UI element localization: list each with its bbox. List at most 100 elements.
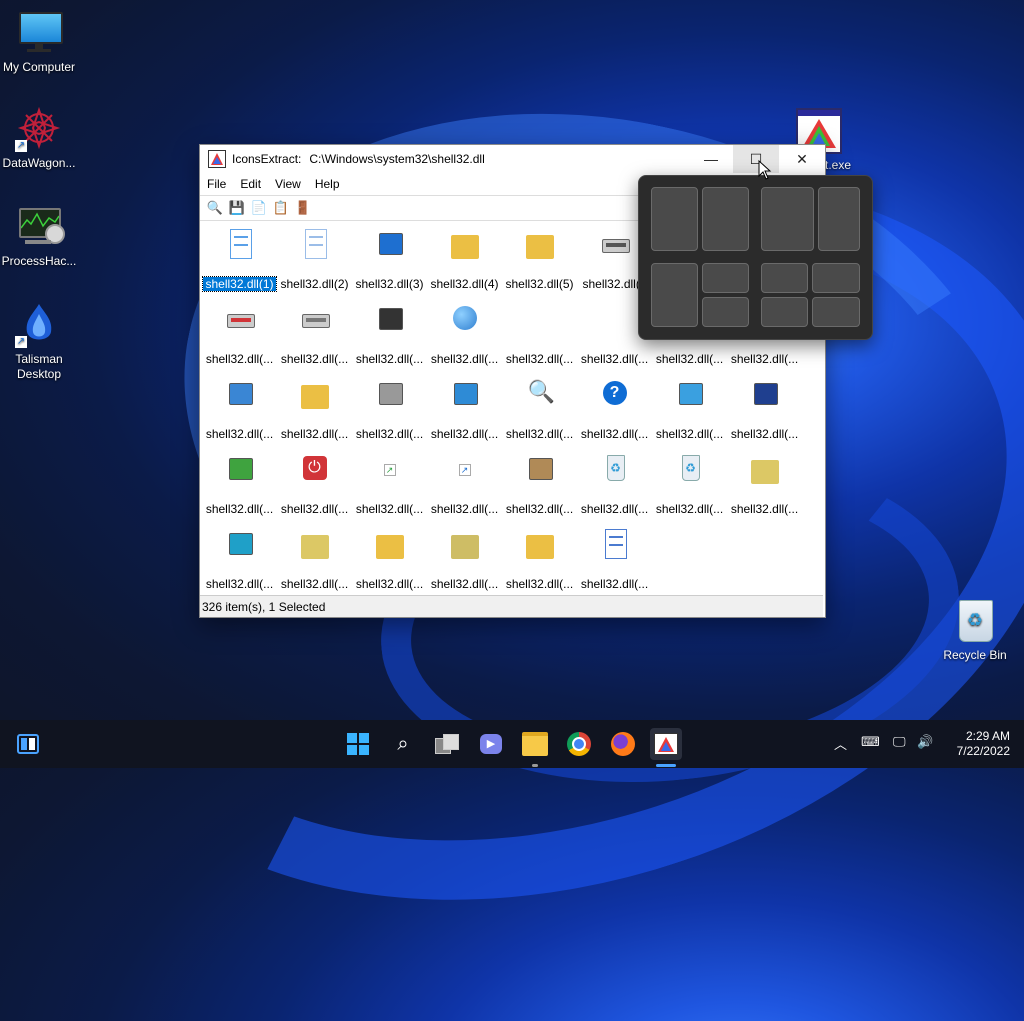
magnifier-icon: 🔍 [527,379,555,404]
minimize-button[interactable]: — [688,145,734,173]
icon-grid-item[interactable]: ⏻ shell32.dll(... [277,448,352,518]
list-document-icon [599,527,631,559]
floppy-drive-icon [599,227,631,259]
title-bar[interactable]: IconsExtract: C:\Windows\system32\shell3… [200,145,825,173]
iconsextract-taskbar-icon[interactable] [650,728,682,760]
menu-edit[interactable]: Edit [233,177,268,191]
icon-grid-item-label: shell32.dll(2) [280,277,349,291]
snap-zone[interactable] [651,187,698,251]
icon-grid-item[interactable]: shell32.dll(1) [202,223,277,293]
status-bar: 326 item(s), 1 Selected [200,595,823,617]
icon-grid-item[interactable]: shell32.dll(2) [277,223,352,293]
icon-grid-item[interactable]: shell32.dll(... [427,298,502,368]
icon-grid-item[interactable]: ↗ shell32.dll(... [352,448,427,518]
icon-grid-item-label: shell32.dll(... [205,577,274,591]
teams-chat-icon[interactable]: ▶ [475,728,507,760]
desktop-icon-label: ProcessHac... [1,254,77,268]
search-icon[interactable]: 🔍 [206,199,224,217]
menu-help[interactable]: Help [308,177,347,191]
icon-grid-item-label: shell32.dll(... [205,352,274,366]
icon-grid-item[interactable]: shell32.dll(... [502,298,577,368]
icon-grid-item-label: shell32.dll(... [655,352,724,366]
icon-grid-item[interactable]: shell32.dll(... [427,523,502,593]
application-window-icon [374,227,406,259]
menu-view[interactable]: View [268,177,308,191]
icon-grid-item[interactable]: ♻ shell32.dll(... [577,448,652,518]
network-icon[interactable]: 🖵 [893,734,906,750]
snap-zone[interactable] [651,263,698,327]
shortcut-arrow-icon: ↗ [374,452,406,484]
icon-grid-item[interactable]: shell32.dll(... [277,523,352,593]
icon-grid-item[interactable]: shell32.dll(4) [427,223,502,293]
task-view-icon[interactable] [431,728,463,760]
desktop-icon-my-computer[interactable]: My Computer [0,8,81,75]
icon-grid-item[interactable]: shell32.dll(... [202,373,277,443]
recycle-bin-empty-icon: ♻ [674,452,706,484]
icon-grid-item[interactable]: shell32.dll(... [502,523,577,593]
copy-icon[interactable]: 📄 [250,199,268,217]
icon-grid-item[interactable]: shell32.dll(... [427,373,502,443]
fonts-folder-icon [524,527,556,559]
icon-grid-item[interactable]: shell32.dll(5) [502,223,577,293]
icon-grid-item[interactable]: ♻ shell32.dll(... [652,448,727,518]
clock-date: 7/22/2022 [956,744,1010,758]
properties-icon[interactable]: 📋 [272,199,290,217]
icon-grid-item[interactable]: shell32.dll(3) [352,223,427,293]
snap-zone[interactable] [761,297,808,327]
snap-zone[interactable] [702,263,749,293]
icon-grid-item[interactable]: shell32.dll(... [727,373,802,443]
close-button[interactable]: ✕ [779,145,825,173]
icon-grid-item[interactable]: shell32.dll(... [202,523,277,593]
status-text: 326 item(s), 1 Selected [202,599,326,614]
icon-grid-item[interactable]: shell32.dll(... [352,523,427,593]
icon-grid-item[interactable]: shell32.dll(... [727,448,802,518]
snap-zone[interactable] [702,187,749,251]
icon-grid-item[interactable]: 🔍 shell32.dll(... [502,373,577,443]
chevron-up-icon[interactable]: ︿ [834,734,847,753]
desktop-icon-datawagon[interactable]: ↗ DataWagon... [0,104,81,171]
desktop-icon [224,527,256,559]
start-button[interactable] [342,728,374,760]
icon-grid-item-label: shell32.dll(4) [430,277,499,291]
menu-file[interactable]: File [200,177,233,191]
icon-grid-item[interactable]: shell32.dll(... [352,298,427,368]
icon-grid-item[interactable]: shell32.dll(... [577,523,652,593]
firefox-icon[interactable] [607,728,639,760]
file-explorer-icon[interactable] [519,728,551,760]
volume-icon[interactable]: 🔊 [917,734,933,750]
window-file-path: C:\Windows\system32\shell32.dll [309,152,485,166]
maximize-button[interactable]: ☐ [733,145,779,173]
desktop-icon-processhacker[interactable]: ProcessHac... [0,202,81,269]
icon-grid-item[interactable]: ? shell32.dll(... [577,373,652,443]
icon-grid-item-label: shell32.dll(... [280,502,349,516]
icon-grid-item[interactable]: shell32.dll(... [277,373,352,443]
datawagon-logo-icon: ↗ [15,104,63,152]
icon-grid-item-label: shell32.dll(... [430,427,499,441]
icon-grid-item[interactable]: shell32.dll(... [652,373,727,443]
icon-grid-item[interactable]: ↗ shell32.dll(... [427,448,502,518]
icon-grid-item[interactable]: shell32.dll(... [352,373,427,443]
eject-arrow-icon [224,452,256,484]
desktop-icon-recycle-bin[interactable]: ♻ Recycle Bin [933,596,1017,663]
save-icon[interactable]: 💾 [228,199,246,217]
widgets-button[interactable] [12,728,44,760]
icon-grid-item[interactable]: shell32.dll(... [277,298,352,368]
snap-zone[interactable] [812,297,860,327]
snap-zone[interactable] [702,297,749,327]
snap-zone[interactable] [761,187,814,251]
running-app-indicator [532,764,538,767]
icon-grid-item[interactable]: shell32.dll(... [502,448,577,518]
icon-grid-item[interactable]: shell32.dll(... [202,448,277,518]
desktop-icon-talisman[interactable]: ↗ Talisman Desktop [0,300,81,382]
snap-zone[interactable] [812,263,860,293]
folder-grid-icon [299,377,331,409]
snap-zone[interactable] [761,263,808,293]
chrome-icon[interactable] [563,728,595,760]
search-icon[interactable]: ⌕ [387,728,419,760]
icon-grid-item[interactable]: shell32.dll(... [202,298,277,368]
keyboard-icon[interactable]: ⌨ [861,734,880,750]
clock[interactable]: 2:29 AM 7/22/2022 [957,729,1010,759]
icon-grid-item-label: shell32.dll(... [580,577,649,591]
snap-zone[interactable] [818,187,860,251]
exit-icon[interactable]: 🚪 [294,199,312,217]
